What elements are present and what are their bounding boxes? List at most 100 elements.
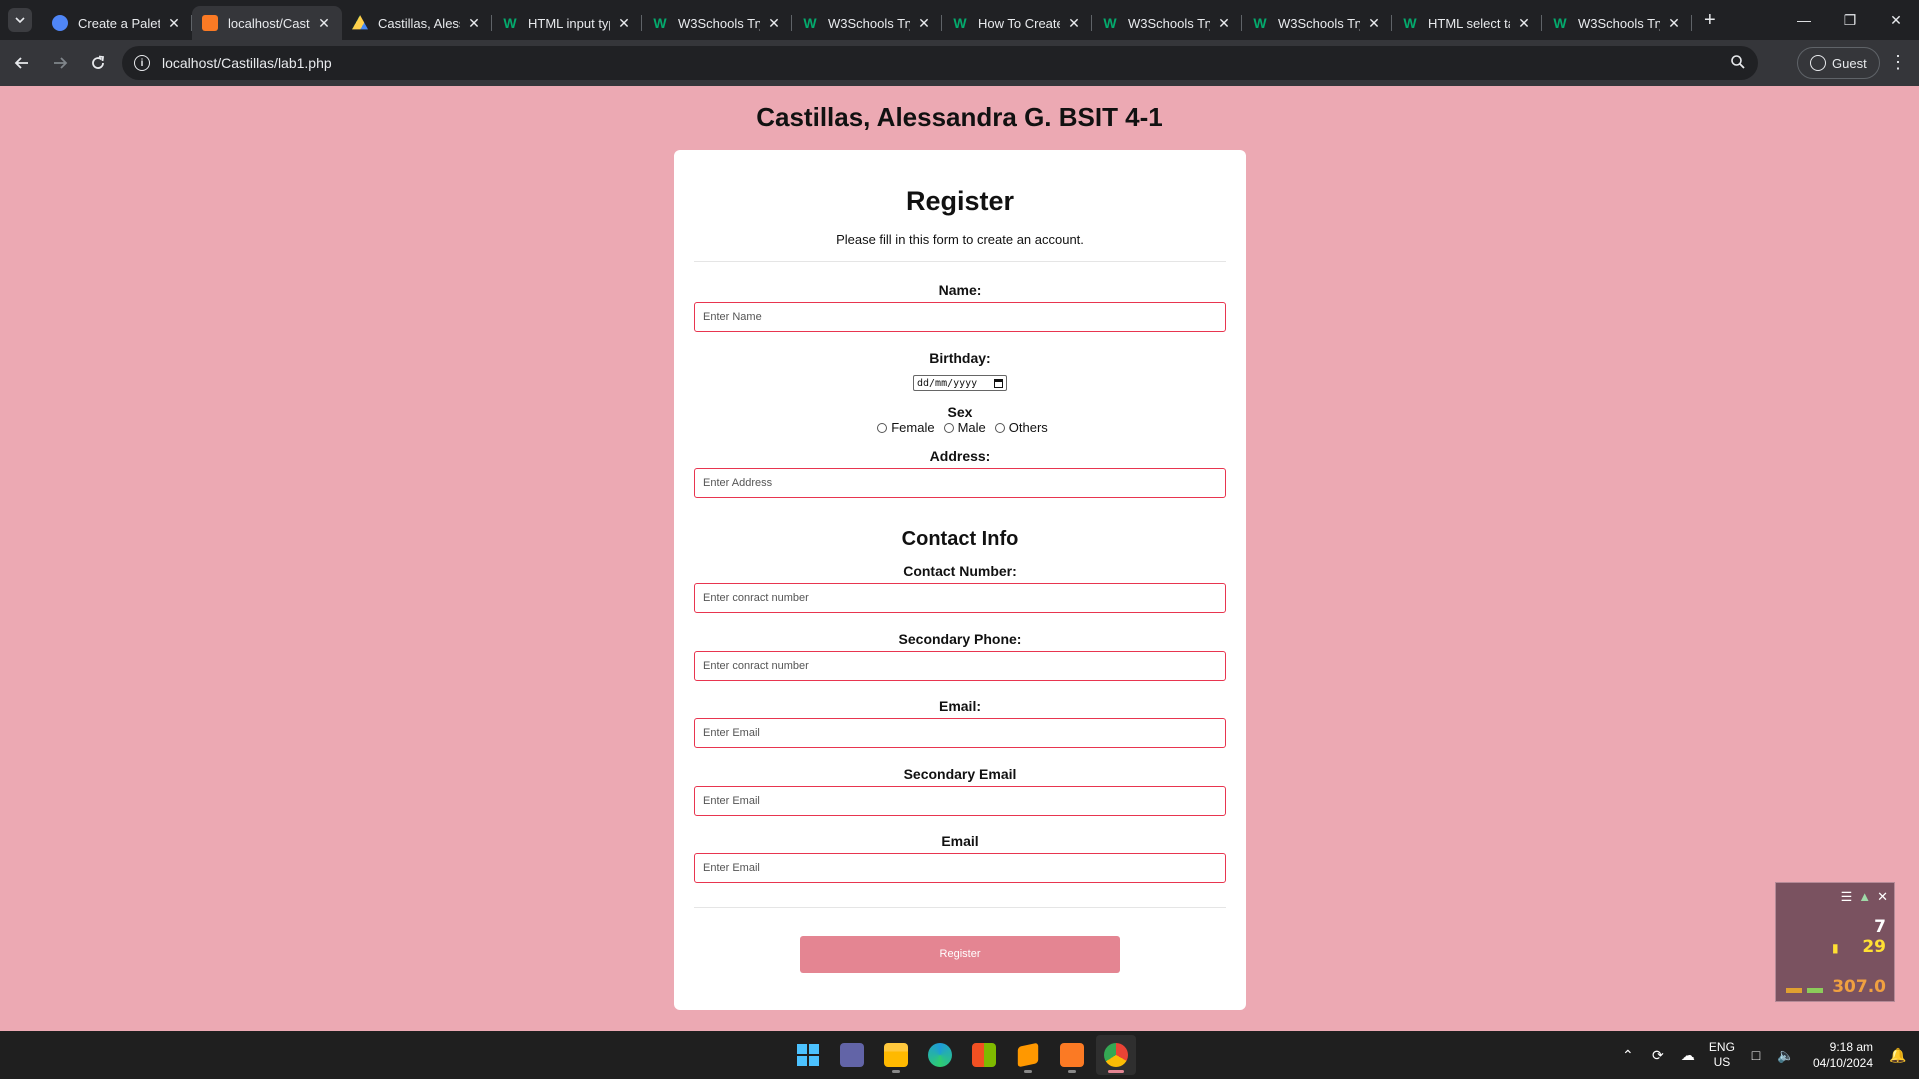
- tab-close-icon[interactable]: ✕: [616, 15, 632, 32]
- xampp-button[interactable]: [1052, 1035, 1092, 1075]
- store-icon: [972, 1043, 996, 1067]
- birthday-value: dd/mm/yyyy: [917, 377, 978, 389]
- tab-title: W3Schools Try: [1128, 15, 1210, 31]
- tab-close-icon[interactable]: ✕: [1066, 15, 1082, 32]
- browser-tab[interactable]: W HTML input typ ✕: [492, 6, 642, 40]
- name-input[interactable]: Enter Name: [694, 302, 1226, 332]
- browser-tab[interactable]: Castillas, Aless ✕: [342, 6, 492, 40]
- contact-number-input[interactable]: Enter conract number: [694, 583, 1226, 613]
- chrome-favicon-icon: [52, 15, 68, 31]
- back-button[interactable]: [4, 45, 40, 81]
- contact-number-label: Contact Number:: [903, 563, 1017, 579]
- teams-icon: [840, 1043, 864, 1067]
- running-indicator: [892, 1070, 900, 1073]
- restore-button[interactable]: ❐: [1827, 0, 1873, 40]
- address-bar[interactable]: i localhost/Castillas/lab1.php: [122, 46, 1758, 80]
- sublime-text-button[interactable]: [1008, 1035, 1048, 1075]
- browser-tab[interactable]: W W3Schools Try ✕: [642, 6, 792, 40]
- url-text: localhost/Castillas/lab1.php: [162, 55, 332, 71]
- browser-tab[interactable]: localhost/Castil ✕: [192, 6, 342, 40]
- zoom-icon[interactable]: [1730, 54, 1746, 75]
- site-info-icon[interactable]: i: [134, 55, 150, 71]
- widget-value-mid: 29: [1862, 937, 1886, 957]
- profile-icon: [1810, 55, 1826, 71]
- tab-close-icon[interactable]: ✕: [1666, 15, 1682, 32]
- w3-favicon-icon: W: [1403, 15, 1417, 31]
- chrome-button[interactable]: [1096, 1035, 1136, 1075]
- tab-close-icon[interactable]: ✕: [1516, 15, 1532, 32]
- secondary-email-label: Secondary Email: [903, 766, 1017, 782]
- radio-others[interactable]: [994, 422, 1005, 433]
- tab-close-icon[interactable]: ✕: [166, 15, 182, 32]
- radio-female[interactable]: [877, 422, 888, 433]
- secondary-phone-input[interactable]: Enter conract number: [694, 651, 1226, 681]
- tab-close-icon[interactable]: ✕: [1216, 15, 1232, 32]
- arrow-right-icon: [54, 57, 68, 69]
- teams-button[interactable]: [832, 1035, 872, 1075]
- browser-tab[interactable]: W W3Schools Try ✕: [792, 6, 942, 40]
- form-subtitle: Please fill in this form to create an ac…: [836, 232, 1084, 247]
- new-tab-button[interactable]: +: [1704, 9, 1716, 32]
- secondary-email-input[interactable]: Enter Email: [694, 786, 1226, 816]
- address-input[interactable]: Enter Address: [694, 468, 1226, 498]
- file-explorer-button[interactable]: [876, 1035, 916, 1075]
- system-monitor-widget: ☰ ▲ ✕ 7 29 ▮ 307.0: [1775, 882, 1895, 1002]
- windows-icon: [797, 1044, 819, 1066]
- calendar-icon[interactable]: [994, 378, 1003, 388]
- tab-title: W3Schools Try: [678, 15, 760, 31]
- widget-bar: [1786, 988, 1802, 993]
- tab-close-icon[interactable]: ✕: [916, 15, 932, 32]
- triangle-up-icon[interactable]: ▲: [1858, 889, 1871, 905]
- menu-icon[interactable]: ⋮: [1888, 52, 1908, 73]
- close-window-button[interactable]: ✕: [1873, 0, 1919, 40]
- hamburger-icon[interactable]: ☰: [1841, 889, 1853, 905]
- edge-button[interactable]: [920, 1035, 960, 1075]
- browser-toolbar: i localhost/Castillas/lab1.php Guest ⋮: [0, 40, 1919, 86]
- tab-search-button[interactable]: [8, 8, 32, 32]
- email-2-input[interactable]: Enter Email: [694, 853, 1226, 883]
- profile-button[interactable]: Guest: [1797, 47, 1880, 79]
- browser-tab[interactable]: W W3Schools Try ✕: [1092, 6, 1242, 40]
- w3-favicon-icon: W: [1253, 15, 1267, 31]
- browser-tab[interactable]: W W3Schools Try ✕: [1542, 6, 1692, 40]
- browser-tab[interactable]: W W3Schools Try ✕: [1242, 6, 1392, 40]
- tab-title: HTML input typ: [528, 15, 610, 31]
- radio-male[interactable]: [943, 422, 954, 433]
- tab-close-icon[interactable]: ✕: [1366, 15, 1382, 32]
- tab-close-icon[interactable]: ✕: [316, 15, 332, 32]
- email-input[interactable]: Enter Email: [694, 718, 1226, 748]
- register-button[interactable]: Register: [800, 936, 1120, 973]
- tab-strip: Create a Palett ✕ localhost/Castil ✕ Castill…: [0, 0, 1919, 40]
- xampp-icon: [1060, 1043, 1084, 1067]
- start-button[interactable]: [788, 1035, 828, 1075]
- address-label: Address:: [929, 448, 991, 464]
- radio-male-label: Male: [957, 420, 986, 435]
- tab-title: HTML select ta: [1428, 15, 1510, 31]
- volume-icon[interactable]: 🔈: [1771, 1047, 1801, 1064]
- store-button[interactable]: [964, 1035, 1004, 1075]
- minimize-button[interactable]: —: [1781, 0, 1827, 40]
- browser-tab[interactable]: W HTML select ta ✕: [1392, 6, 1542, 40]
- browser-tab[interactable]: W How To Create ✕: [942, 6, 1092, 40]
- tab-title: Create a Palett: [78, 15, 160, 31]
- language-line-2: US: [1713, 1055, 1731, 1069]
- folder-icon: [884, 1043, 908, 1067]
- running-indicator: [1024, 1070, 1032, 1073]
- network-icon[interactable]: □: [1741, 1047, 1771, 1063]
- forward-button[interactable]: [42, 45, 78, 81]
- cloud-off-icon[interactable]: ☁: [1673, 1047, 1703, 1064]
- sync-icon[interactable]: ⟳: [1643, 1047, 1673, 1064]
- notification-bell-icon[interactable]: 🔔: [1883, 1047, 1913, 1064]
- reload-button[interactable]: [80, 45, 116, 81]
- clock[interactable]: 9:18 am 04/10/2024: [1813, 1039, 1873, 1071]
- birthday-input[interactable]: dd/mm/yyyy: [913, 375, 1007, 391]
- tab-close-icon[interactable]: ✕: [466, 15, 482, 32]
- tab-close-icon[interactable]: ✕: [766, 15, 782, 32]
- tab-title: W3Schools Try: [828, 15, 910, 31]
- language-indicator[interactable]: ENG US: [1709, 1040, 1735, 1070]
- close-icon[interactable]: ✕: [1877, 889, 1888, 905]
- birthday-label: Birthday:: [929, 350, 991, 366]
- w3-favicon-icon: W: [503, 15, 517, 31]
- chevron-up-icon[interactable]: ⌃: [1613, 1047, 1643, 1064]
- browser-tab[interactable]: Create a Palett ✕: [42, 6, 192, 40]
